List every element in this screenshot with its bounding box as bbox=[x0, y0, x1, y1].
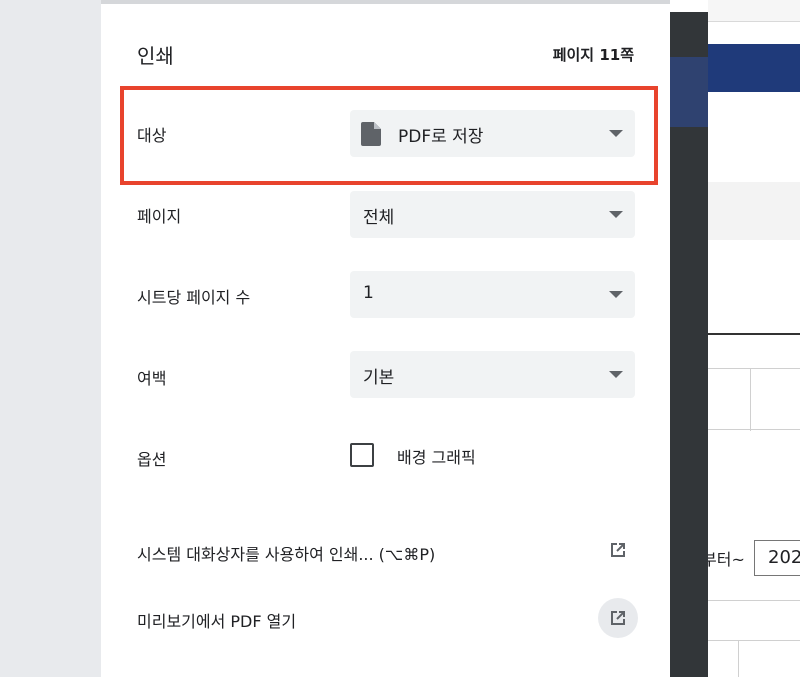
open-pdf-preview-link[interactable]: 미리보기에서 PDF 열기 bbox=[137, 608, 296, 632]
dialog-title: 인쇄 bbox=[137, 44, 174, 68]
pages-value: 전체 bbox=[363, 208, 395, 228]
pages-label: 페이지 bbox=[137, 207, 182, 226]
document-preview: 부터~ 2023 bbox=[708, 0, 800, 677]
chevron-down-icon bbox=[609, 211, 623, 218]
pages-per-sheet-label: 시트당 페이지 수 bbox=[137, 288, 251, 307]
options-label: 옵션 bbox=[137, 450, 167, 469]
system-dialog-link[interactable]: 시스템 대화상자를 사용하여 인쇄... (⌥⌘P) bbox=[137, 541, 435, 565]
print-dialog: 인쇄 페이지 11쪽 대상 PDF로 저장 페이지 전체 시트당 페이지 수 1… bbox=[101, 0, 670, 677]
margins-select[interactable]: 기본 bbox=[350, 351, 635, 398]
background-graphics-label[interactable]: 배경 그래픽 bbox=[397, 444, 476, 468]
chevron-down-icon bbox=[609, 371, 623, 378]
margins-label: 여백 bbox=[137, 369, 167, 388]
open-external-icon bbox=[611, 543, 625, 557]
preview-header-band bbox=[708, 44, 800, 92]
pages-per-sheet-select[interactable]: 1 bbox=[350, 271, 635, 318]
highlight-annotation bbox=[120, 86, 658, 185]
margins-value: 기본 bbox=[363, 368, 395, 388]
open-pdf-preview-button[interactable] bbox=[598, 598, 638, 638]
system-dialog-button[interactable] bbox=[598, 530, 638, 570]
pages-select[interactable]: 전체 bbox=[350, 191, 635, 238]
preview-date-field: 2023 bbox=[754, 540, 800, 576]
chevron-down-icon bbox=[609, 291, 623, 298]
preview-date-label: 부터~ bbox=[708, 550, 745, 569]
page-count: 페이지 11쪽 bbox=[552, 46, 634, 64]
open-external-icon bbox=[611, 611, 625, 625]
background-graphics-checkbox[interactable] bbox=[350, 443, 374, 467]
left-background bbox=[0, 0, 101, 677]
pages-per-sheet-value: 1 bbox=[363, 283, 374, 303]
preview-scroll-area bbox=[670, 0, 708, 677]
